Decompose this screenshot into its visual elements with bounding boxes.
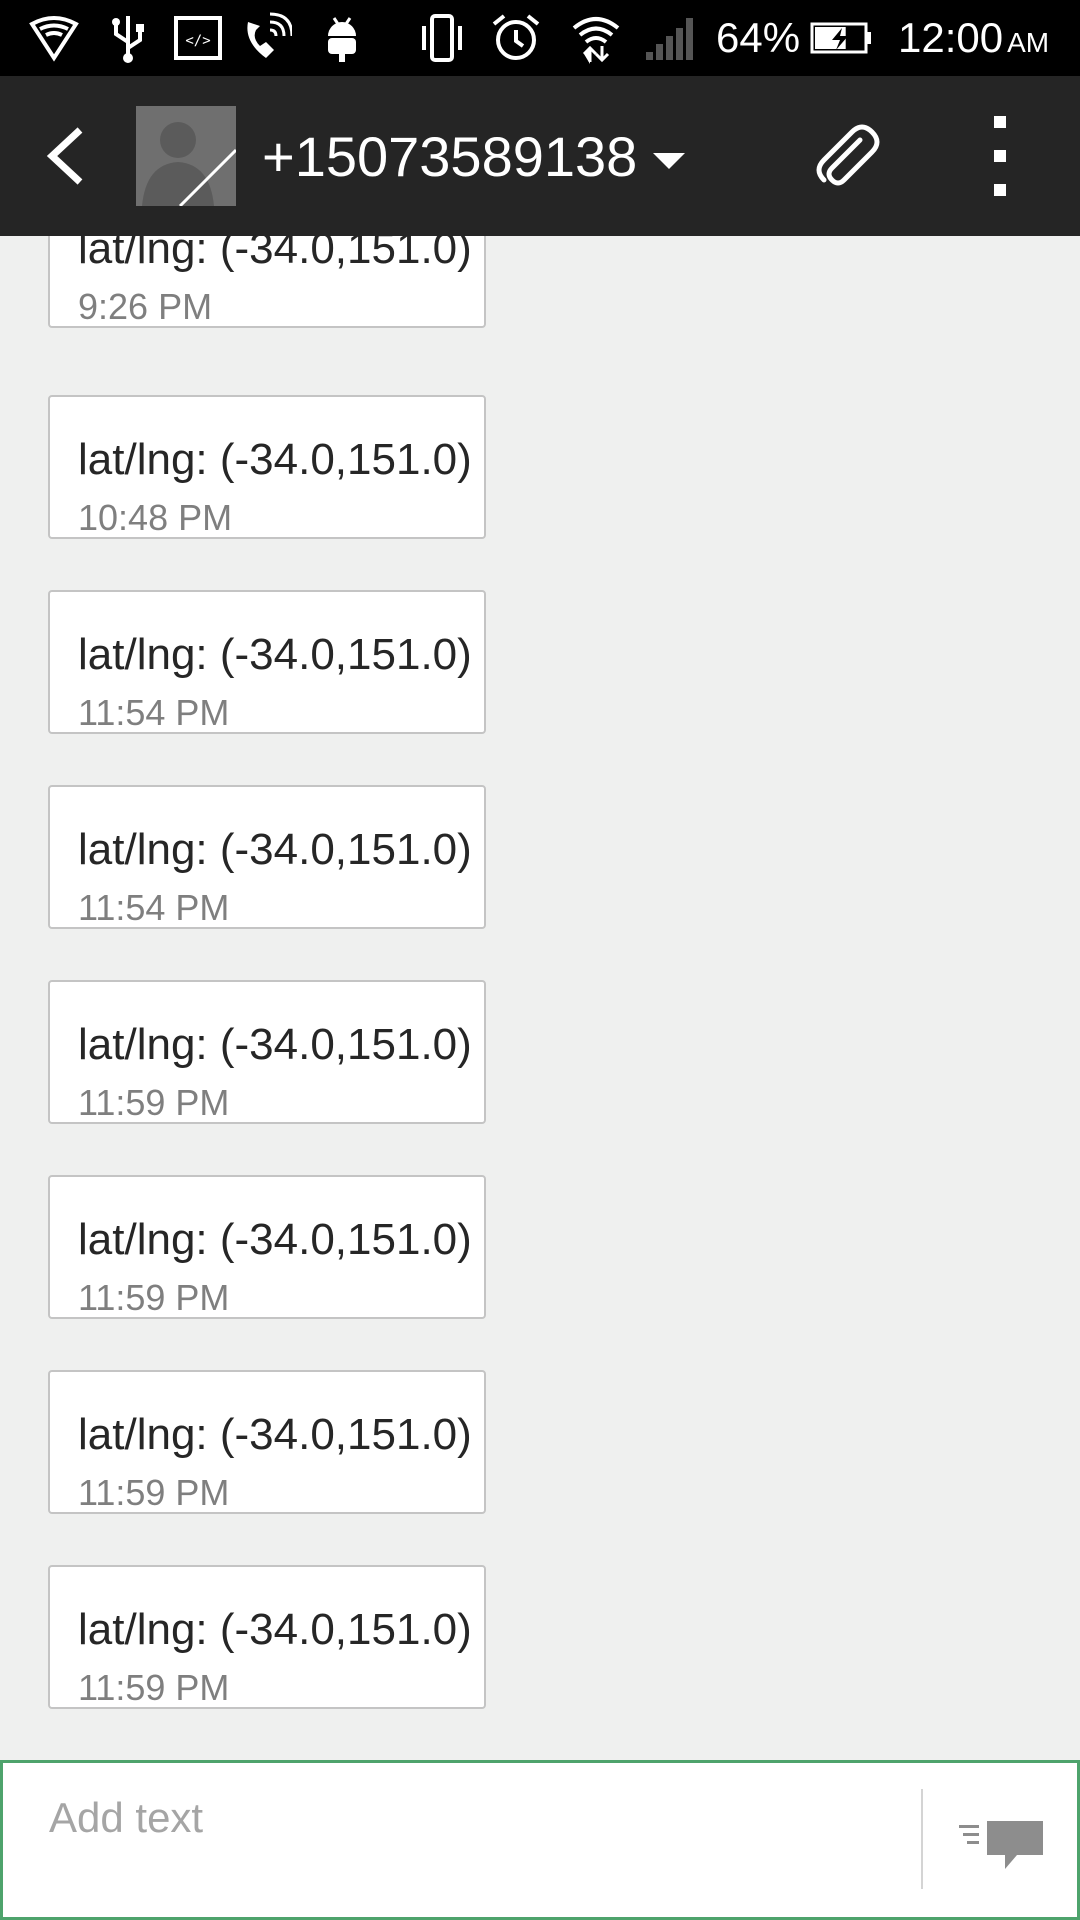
message-time: 11:59 PM (78, 1667, 230, 1708)
usb-icon (102, 12, 154, 64)
shield-icon (28, 12, 80, 64)
clock-ampm: AM (1007, 27, 1050, 58)
composer-divider (921, 1789, 923, 1889)
message-text: lat/lng: (-34.0,151.0) (78, 1020, 472, 1069)
message-bubble[interactable]: lat/lng: (-34.0,151.0) 11:54 PM (48, 590, 486, 734)
back-button[interactable] (40, 124, 100, 188)
message-bubble[interactable]: lat/lng: (-34.0,151.0) 11:54 PM (48, 785, 486, 929)
send-message-icon (959, 1821, 1043, 1869)
message-time: 11:54 PM (78, 887, 230, 928)
overflow-menu-button[interactable] (978, 116, 1022, 196)
contact-avatar[interactable] (136, 106, 236, 206)
clock-time: 12:00 (898, 14, 1004, 61)
message-bubble[interactable]: lat/lng: (-34.0,151.0) 11:59 PM (48, 980, 486, 1124)
message-bubble[interactable]: lat/lng: (-34.0,151.0) 9:26 PM (48, 236, 486, 328)
contact-title-dropdown[interactable]: +15073589138 (262, 124, 686, 189)
message-bubble[interactable]: lat/lng: (-34.0,151.0) 11:59 PM (48, 1565, 486, 1709)
message-list[interactable]: lat/lng: (-34.0,151.0) 9:26 PM lat/lng: … (0, 236, 1080, 1760)
message-bubble[interactable]: lat/lng: (-34.0,151.0) 11:59 PM (48, 1370, 486, 1514)
message-text: lat/lng: (-34.0,151.0) (78, 1605, 472, 1654)
message-text: lat/lng: (-34.0,151.0) (78, 630, 472, 679)
message-time: 11:59 PM (78, 1277, 230, 1318)
conversation-header: +15073589138 (0, 76, 1080, 236)
status-bar: </> 64% 12:00 AM (0, 0, 1080, 76)
signal-icon (644, 12, 696, 64)
message-text: lat/lng: (-34.0,151.0) (78, 825, 472, 874)
message-bubble[interactable]: lat/lng: (-34.0,151.0) 10:48 PM (48, 395, 486, 539)
send-button[interactable] (959, 1817, 1047, 1881)
message-text: lat/lng: (-34.0,151.0) (78, 236, 472, 273)
dropdown-caret-icon (653, 153, 686, 170)
message-time: 10:48 PM (78, 497, 233, 538)
alarm-icon (490, 12, 542, 64)
android-icon (316, 12, 368, 64)
battery-percent: 64% (716, 14, 801, 61)
vibrate-icon (416, 12, 468, 64)
clock: 12:00 AM (898, 14, 1049, 62)
battery-charging-icon (808, 12, 874, 64)
contact-avatar-icon (142, 122, 236, 206)
message-text: lat/lng: (-34.0,151.0) (78, 1410, 472, 1459)
back-arrow-icon (46, 127, 83, 185)
message-composer (0, 1760, 1080, 1920)
message-time: 11:54 PM (78, 692, 230, 733)
message-input[interactable] (47, 1787, 911, 1849)
message-text: lat/lng: (-34.0,151.0) (78, 435, 472, 484)
message-time: 9:26 PM (78, 286, 213, 327)
message-text: lat/lng: (-34.0,151.0) (78, 1215, 472, 1264)
message-time: 11:59 PM (78, 1472, 230, 1513)
message-bubble[interactable]: lat/lng: (-34.0,151.0) 11:59 PM (48, 1175, 486, 1319)
svg-text:</>: </> (185, 33, 210, 49)
paperclip-icon (816, 124, 880, 186)
wifi-calling-icon (240, 12, 292, 64)
contact-number: +15073589138 (262, 125, 638, 188)
wifi-data-icon (570, 12, 622, 64)
attach-button[interactable] (810, 120, 880, 192)
overflow-menu-icon (994, 116, 1006, 196)
message-time: 11:59 PM (78, 1082, 230, 1123)
developer-code-icon: </> (172, 12, 224, 64)
